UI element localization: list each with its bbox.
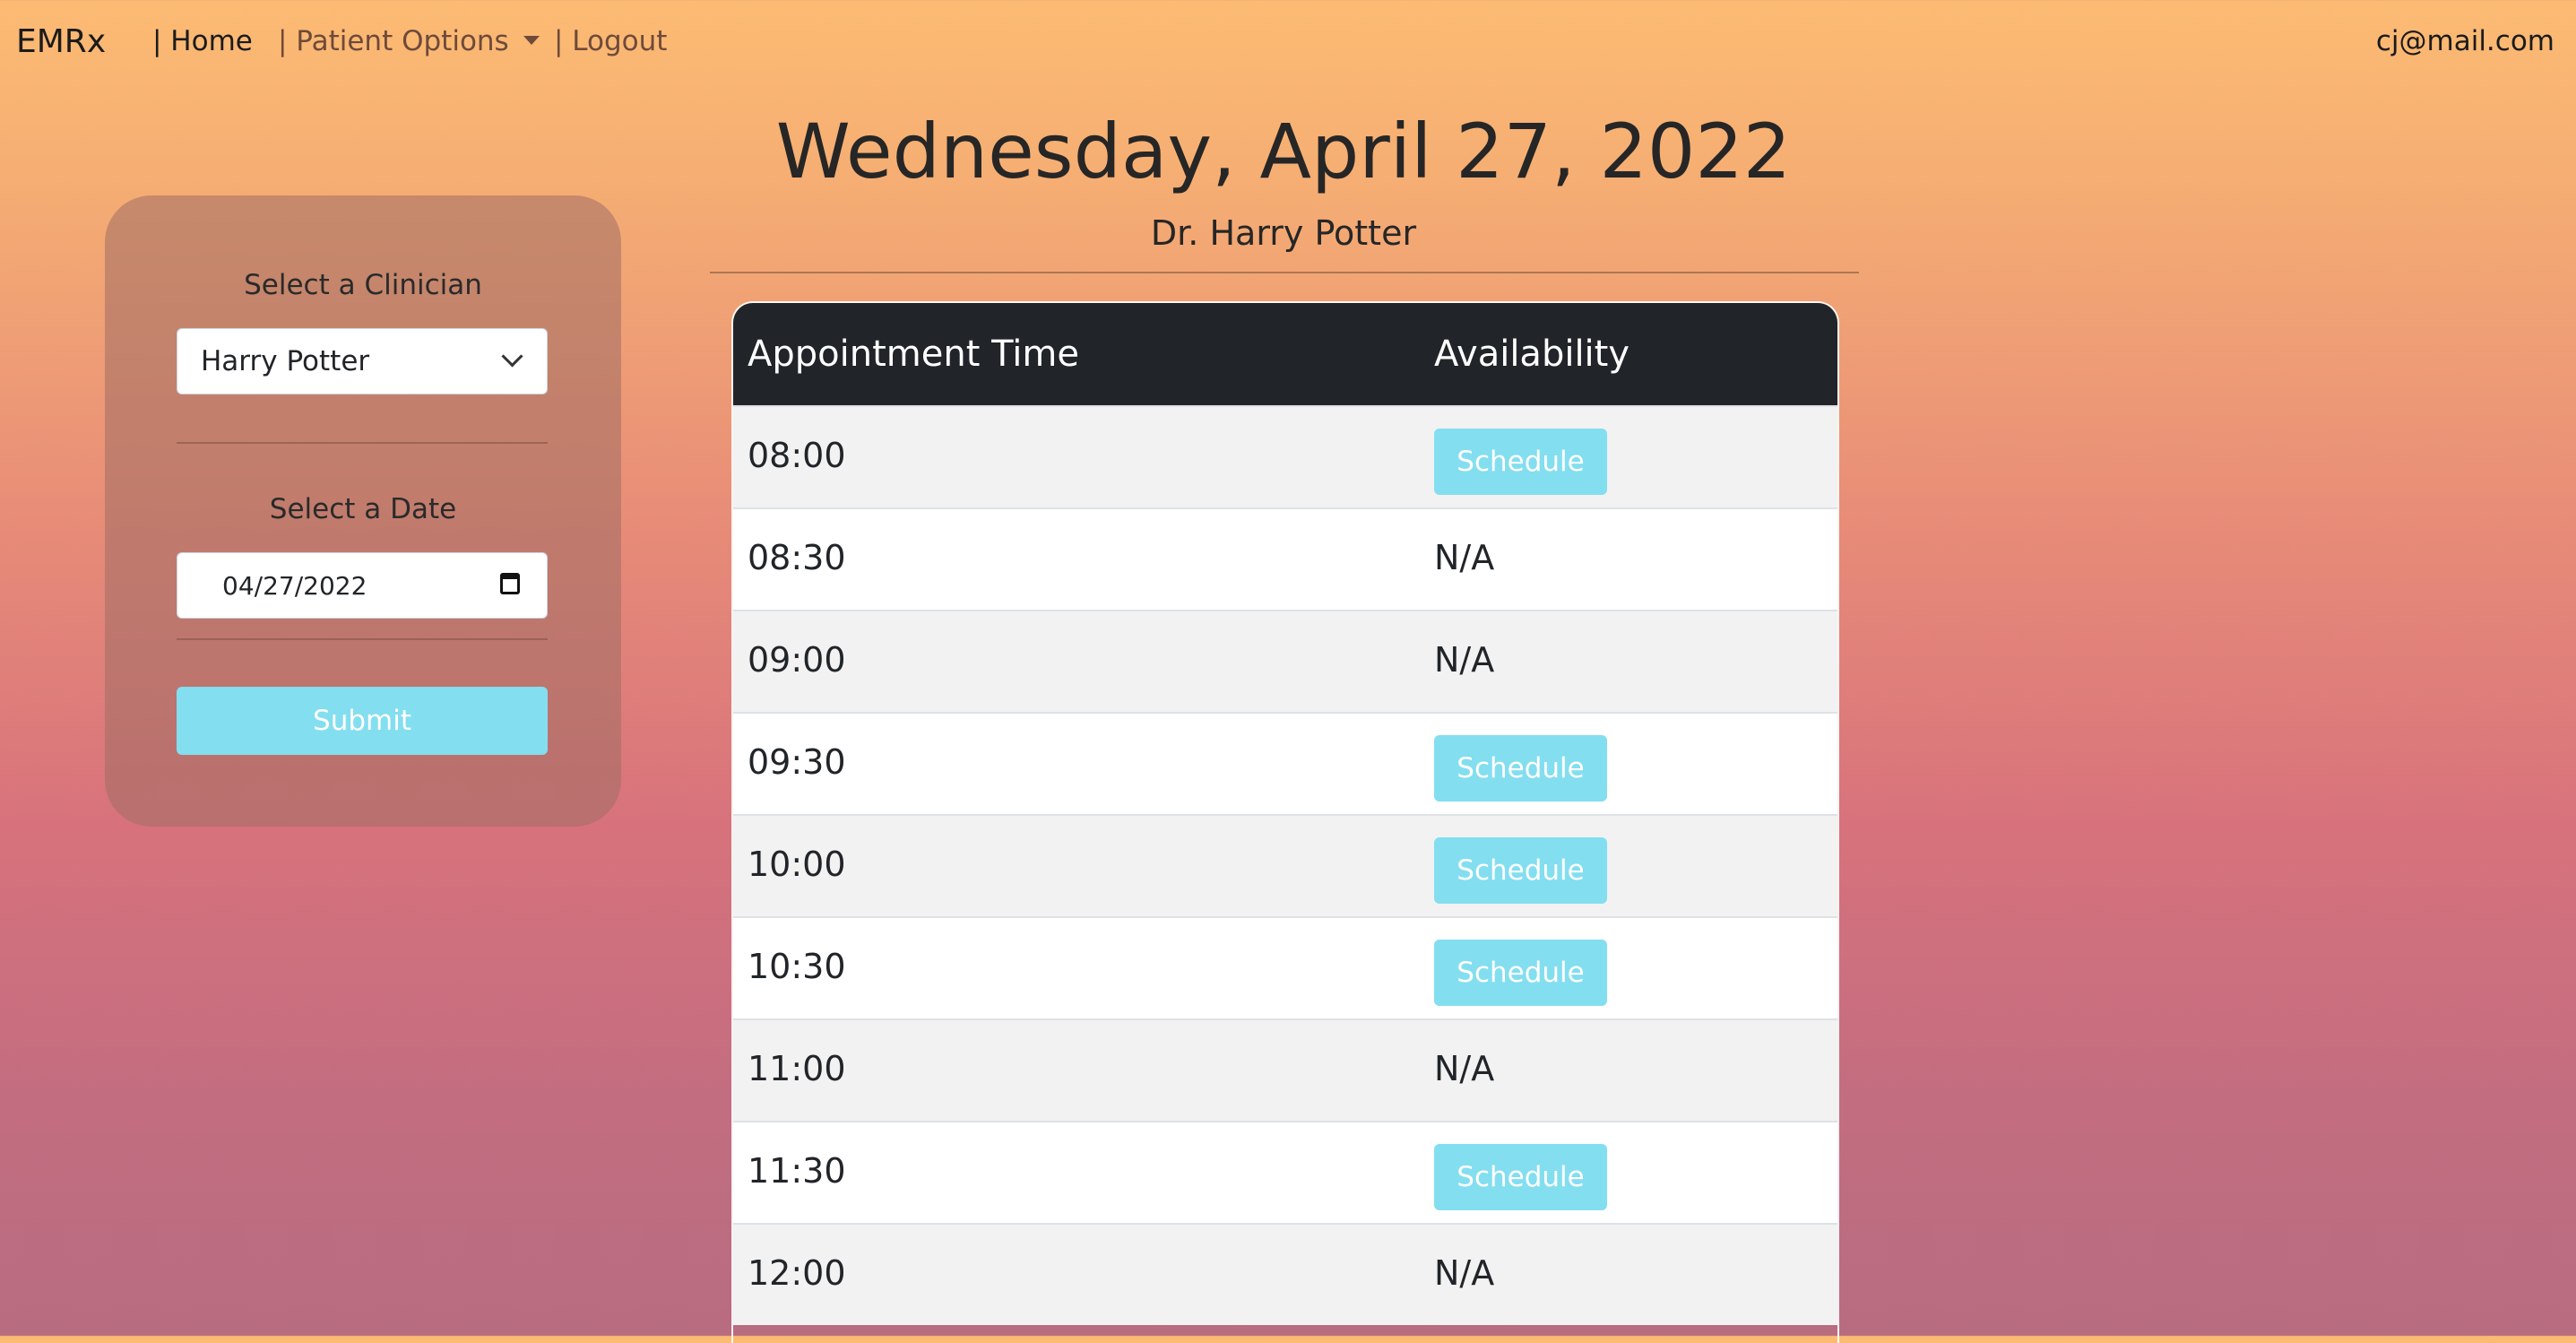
top-navbar: EMRx | Home | Patient Options | Logout c… <box>0 0 2576 86</box>
clinician-select-value: Harry Potter <box>201 345 370 377</box>
caret-down-icon <box>523 35 540 45</box>
doctor-name: Dr. Harry Potter <box>1150 213 1417 253</box>
table-row: 08:00 Schedule <box>733 405 1837 507</box>
appointment-time: 10:30 <box>748 947 846 986</box>
appointment-time: 09:30 <box>748 742 846 782</box>
brand-logo[interactable]: EMRx <box>16 23 106 60</box>
appointment-time: 08:30 <box>748 538 846 577</box>
appointment-time: 12:00 <box>748 1253 846 1293</box>
schedule-button[interactable]: Schedule <box>1434 429 1607 495</box>
appointments-table: Appointment Time Availability 08:00 Sched… <box>733 303 1837 1343</box>
column-header-availability: Availability <box>1434 334 1630 375</box>
table-row: 08:30 N/A <box>733 507 1837 610</box>
divider <box>177 638 548 640</box>
table-body: 08:00 Schedule 08:30 N/A 09:00 N/A 09:30 Schedu… <box>733 405 1837 1325</box>
user-email: cj@mail.com <box>2375 25 2554 57</box>
schedule-button[interactable]: Schedule <box>1434 837 1607 904</box>
date-input-value: 04/27/2022 <box>222 571 367 601</box>
availability-status: N/A <box>1434 538 1495 577</box>
table-row: 10:30 Schedule <box>733 916 1837 1018</box>
nav-patient-options-dropdown[interactable]: | Patient Options <box>278 25 540 57</box>
availability-status: N/A <box>1434 1049 1495 1088</box>
schedule-button[interactable]: Schedule <box>1434 735 1607 801</box>
appointment-time: 11:30 <box>748 1151 846 1191</box>
schedule-button[interactable]: Schedule <box>1434 940 1607 1006</box>
nav-patient-options-label: | Patient Options <box>278 25 509 57</box>
appointment-time: 08:00 <box>748 436 846 475</box>
date-input[interactable]: 04/27/2022 <box>177 552 548 619</box>
divider <box>177 442 548 444</box>
appointment-time: 10:00 <box>748 845 846 884</box>
table-row: 11:00 N/A <box>733 1018 1837 1121</box>
nav-logout-link[interactable]: | Logout <box>554 25 667 57</box>
chevron-down-icon <box>501 345 523 368</box>
column-header-time: Appointment Time <box>748 334 1079 375</box>
clinician-label: Select a Clinician <box>244 269 482 301</box>
appointment-time: 09:00 <box>748 640 846 680</box>
nav-home-link[interactable]: | Home <box>152 25 253 57</box>
table-row: 12:00 N/A <box>733 1223 1837 1325</box>
page-title: Wednesday, April 27, 2022 <box>775 108 1792 195</box>
availability-status: N/A <box>1434 640 1495 680</box>
clinician-select[interactable]: Harry Potter <box>177 328 548 394</box>
calendar-icon[interactable] <box>500 573 520 594</box>
table-row: 09:00 N/A <box>733 610 1837 712</box>
divider <box>710 272 1859 273</box>
schedule-button[interactable]: Schedule <box>1434 1144 1607 1210</box>
table-header: Appointment Time Availability <box>733 303 1837 405</box>
table-row: 11:30 Schedule <box>733 1121 1837 1223</box>
availability-status: N/A <box>1434 1253 1495 1293</box>
table-row: 09:30 Schedule <box>733 712 1837 814</box>
appointment-time: 11:00 <box>748 1049 846 1088</box>
schedule-filter-card: Select a Clinician Harry Potter Select a… <box>105 195 621 827</box>
table-row: 10:00 Schedule <box>733 814 1837 916</box>
date-label: Select a Date <box>269 493 457 525</box>
submit-button[interactable]: Submit <box>177 687 548 755</box>
